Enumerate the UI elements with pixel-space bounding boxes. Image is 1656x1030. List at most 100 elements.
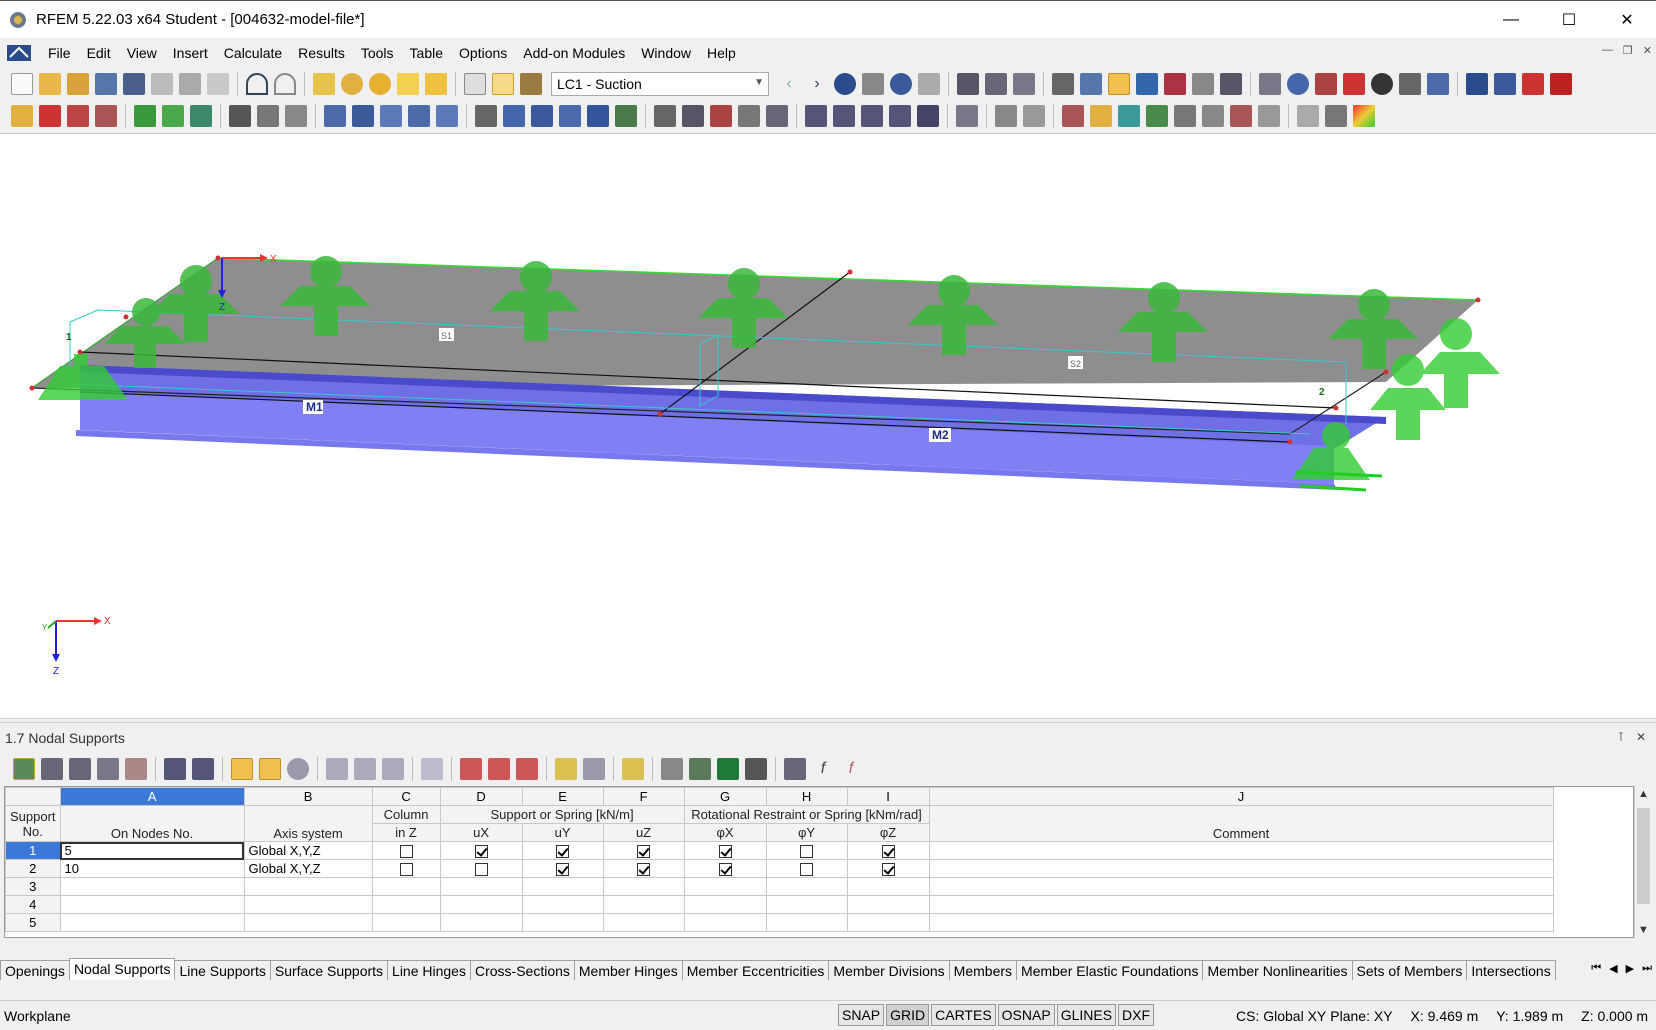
paste-icon[interactable] — [354, 758, 376, 780]
table-graphics-icon[interactable] — [125, 758, 147, 780]
uy-cell[interactable] — [522, 878, 603, 896]
surface-label-s1[interactable]: S1 — [441, 331, 452, 341]
polyline-icon[interactable] — [67, 105, 89, 127]
axes-icon[interactable] — [1146, 105, 1168, 127]
node[interactable] — [30, 386, 35, 391]
surface-support-icon[interactable] — [190, 105, 212, 127]
tab-openings[interactable]: Openings — [0, 960, 70, 980]
excel-icon[interactable] — [717, 758, 739, 780]
row-number[interactable]: 1 — [6, 842, 61, 860]
phi-y-checkbox[interactable] — [800, 863, 813, 876]
tab-nodal-supports[interactable]: Nodal Supports — [69, 958, 176, 980]
ux-cell[interactable] — [440, 860, 522, 878]
scroll-down-icon[interactable]: ▼ — [1638, 924, 1649, 936]
clear-icon[interactable] — [421, 758, 443, 780]
rotate-icon[interactable] — [1259, 73, 1281, 95]
tools-icon[interactable] — [1325, 105, 1347, 127]
edit-icon[interactable] — [313, 73, 335, 95]
iso-view-icon[interactable] — [738, 105, 760, 127]
free-load-icon[interactable] — [587, 105, 609, 127]
perspective-icon[interactable] — [766, 105, 788, 127]
box-icon[interactable] — [408, 105, 430, 127]
column-header-f[interactable]: F — [603, 788, 684, 806]
phi-y-checkbox[interactable] — [800, 845, 813, 858]
line-display-icon[interactable] — [1220, 73, 1242, 95]
column-header-h[interactable]: H — [766, 788, 847, 806]
display-icon[interactable] — [1108, 73, 1130, 95]
formula-clear-icon[interactable]: f — [840, 758, 862, 780]
surface-load-icon[interactable] — [559, 105, 581, 127]
nodal-support-icon[interactable] — [134, 105, 156, 127]
phi-x-checkbox[interactable] — [719, 863, 732, 876]
phi-x-cell[interactable] — [684, 896, 766, 914]
phi-y-cell[interactable] — [766, 896, 847, 914]
axis-system-cell[interactable] — [244, 914, 372, 932]
uy-cell[interactable] — [522, 860, 603, 878]
results-numbers-icon[interactable] — [918, 73, 940, 95]
info-table-icon[interactable] — [1258, 105, 1280, 127]
member-load-icon[interactable] — [531, 105, 553, 127]
phi-z-cell[interactable] — [847, 842, 929, 860]
column-header-g[interactable]: G — [684, 788, 766, 806]
phi-z-cell[interactable] — [847, 860, 929, 878]
comment-cell[interactable] — [929, 878, 1553, 896]
tab-surface-supports[interactable]: Surface Supports — [270, 960, 388, 980]
first-tab-icon[interactable]: ⏮ — [1591, 962, 1601, 975]
table-grid[interactable]: A B C D E F G H I J Support No. On Nodes… — [5, 787, 1554, 932]
solid-icon[interactable] — [352, 105, 374, 127]
open-example-icon[interactable] — [67, 73, 89, 95]
phi-x-cell[interactable] — [684, 860, 766, 878]
phi-y-cell[interactable] — [766, 914, 847, 932]
node[interactable] — [216, 256, 221, 261]
uy-cell[interactable] — [522, 896, 603, 914]
member-label-m1[interactable]: M1 — [306, 400, 323, 414]
nodes-cell[interactable]: 5 — [60, 842, 244, 860]
phi-x-cell[interactable] — [684, 914, 766, 932]
member-icon[interactable] — [95, 105, 117, 127]
scrollbar-thumb[interactable] — [1637, 808, 1650, 904]
table-vertical-scrollbar[interactable]: ▲ ▼ — [1634, 786, 1652, 938]
column-icon[interactable] — [555, 758, 577, 780]
menu-edit[interactable]: Edit — [79, 45, 119, 61]
node[interactable] — [848, 270, 853, 275]
column-in-z-cell[interactable] — [372, 878, 440, 896]
menu-window[interactable]: Window — [633, 45, 699, 61]
results-values-icon[interactable] — [862, 73, 884, 95]
guide-icon[interactable] — [1230, 105, 1252, 127]
calculator-icon[interactable] — [745, 758, 767, 780]
formula-icon[interactable]: f — [812, 758, 834, 780]
plane-icon[interactable] — [1090, 105, 1112, 127]
rows-icon[interactable] — [583, 758, 605, 780]
phi-x-checkbox[interactable] — [719, 845, 732, 858]
phi-z-cell[interactable] — [847, 896, 929, 914]
table-row[interactable]: 4 — [6, 896, 1554, 914]
menu-add-on-modules[interactable]: Add-on Modules — [515, 45, 633, 61]
ux-cell[interactable] — [440, 842, 522, 860]
table-active-icon[interactable] — [492, 73, 514, 95]
cube-icon[interactable] — [1118, 105, 1140, 127]
glines-button[interactable]: GLINES — [1057, 1004, 1116, 1026]
view-icon[interactable] — [957, 73, 979, 95]
node[interactable] — [658, 412, 663, 417]
panel-icon[interactable] — [985, 73, 1007, 95]
comment-cell[interactable] — [929, 896, 1553, 914]
tab-line-supports[interactable]: Line Supports — [174, 960, 270, 980]
section-icon[interactable] — [1013, 73, 1035, 95]
nodal-supports-table[interactable]: A B C D E F G H I J Support No. On Nodes… — [4, 786, 1634, 938]
uy-checkbox[interactable] — [556, 863, 569, 876]
insert-below-icon[interactable] — [69, 758, 91, 780]
uy-checkbox[interactable] — [556, 845, 569, 858]
axis-system-cell[interactable] — [244, 878, 372, 896]
ux-checkbox[interactable] — [475, 863, 488, 876]
find-icon[interactable] — [341, 73, 363, 95]
next-tab-icon[interactable]: ▶ — [1626, 962, 1634, 975]
mdi-minimize-icon[interactable]: — — [1602, 44, 1613, 57]
phi-z-cell[interactable] — [847, 914, 929, 932]
previous-tab-icon[interactable]: ◀ — [1609, 962, 1617, 975]
node[interactable] — [1288, 440, 1293, 445]
minimize-button[interactable]: — — [1482, 1, 1540, 39]
print-table-icon[interactable] — [661, 758, 683, 780]
tab-sets-of-members[interactable]: Sets of Members — [1352, 960, 1468, 980]
next-load-case-icon[interactable]: › — [806, 73, 828, 95]
phi-x-cell[interactable] — [684, 878, 766, 896]
